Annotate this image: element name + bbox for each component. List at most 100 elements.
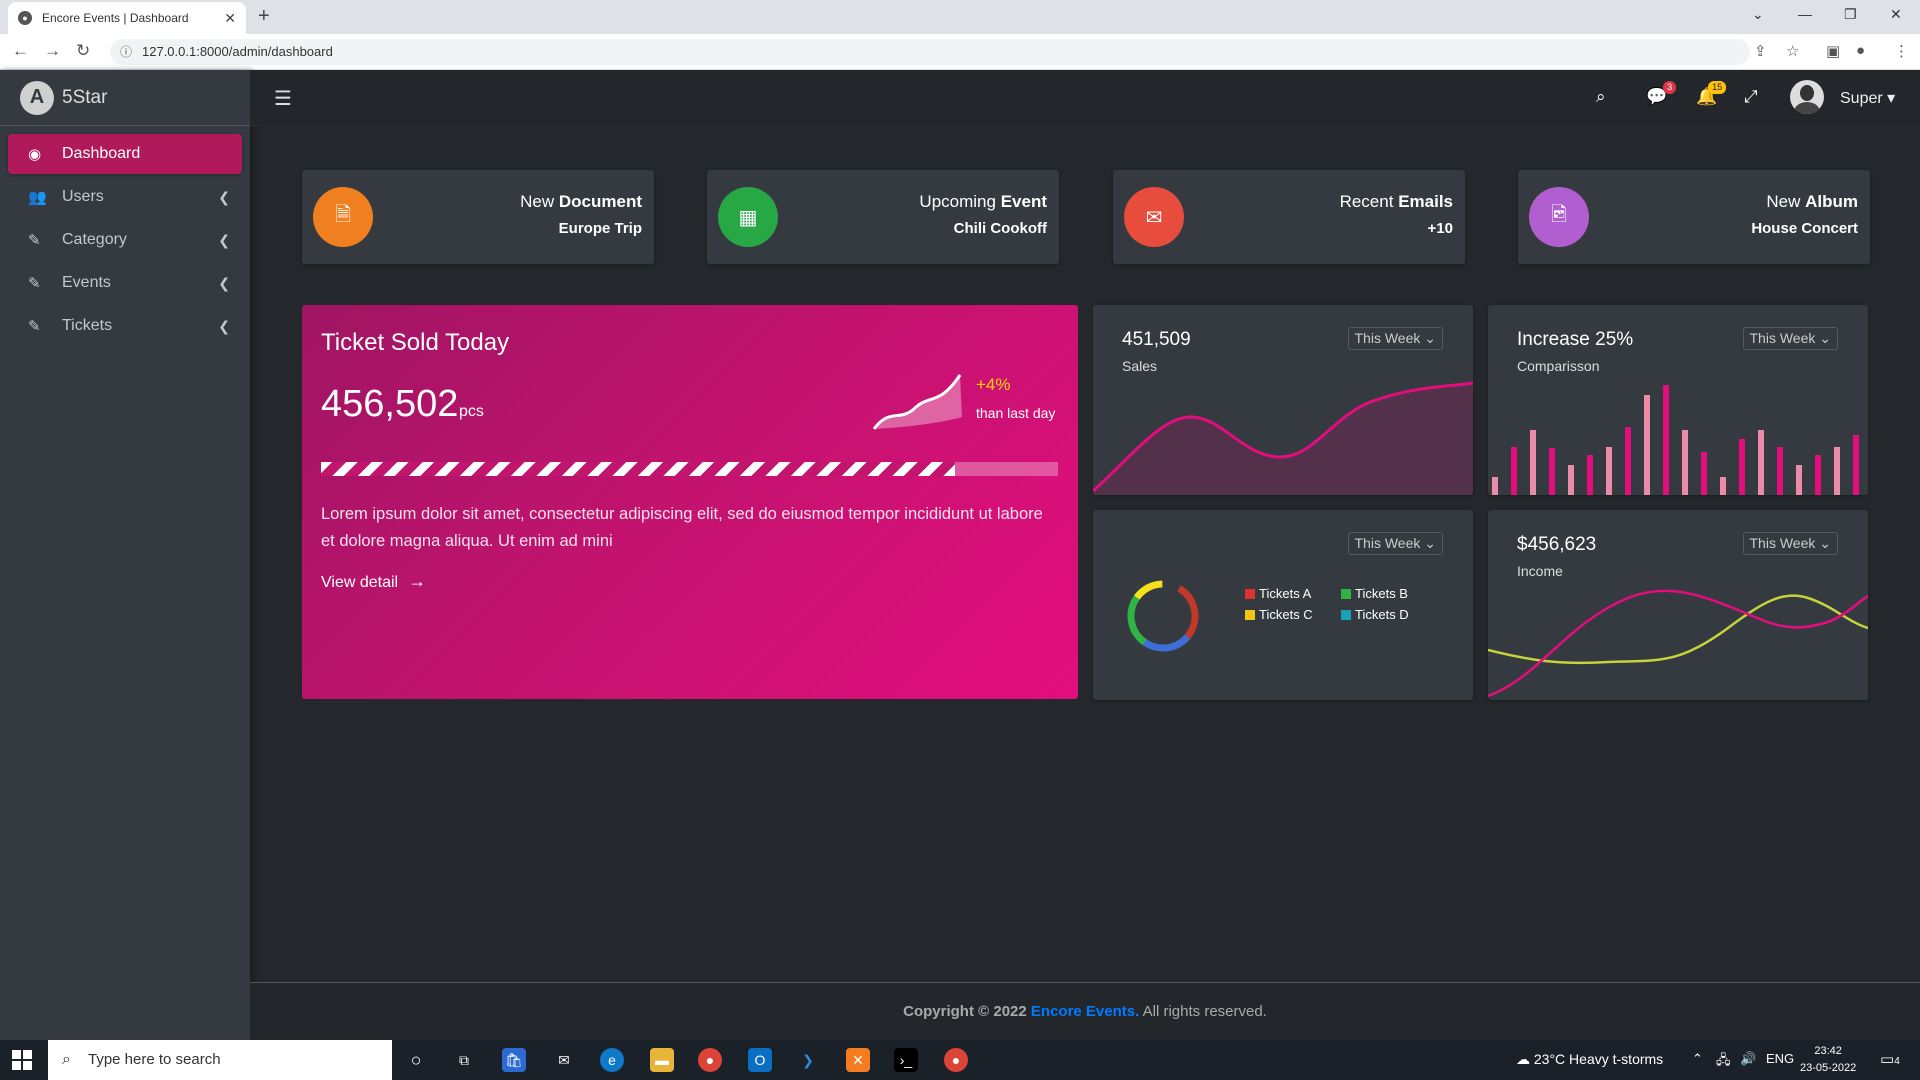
tray-chevron-up-icon[interactable]: ⌃ (1692, 1051, 1703, 1067)
edge-icon[interactable]: e (600, 1048, 624, 1072)
sidebar-item-label: Tickets (62, 317, 113, 334)
forward-icon[interactable]: → (44, 41, 61, 61)
chrome-icon[interactable]: ● (944, 1048, 968, 1072)
volume-icon[interactable]: 🔊 (1740, 1051, 1756, 1067)
address-bar[interactable]: ⓘ 127.0.0.1:8000/admin/dashboard (110, 39, 1750, 65)
period-select[interactable]: This Week ⌄ (1347, 532, 1443, 555)
profile-icon[interactable]: ● (1856, 42, 1865, 59)
ticket-count: 456,502 (321, 383, 459, 425)
favicon-icon: ● (18, 11, 32, 25)
sidebar: A 5Star ◉ Dashboard 👥 Users ❮ ✎ Category… (0, 70, 250, 1040)
share-icon[interactable]: ⇪ (1754, 42, 1767, 60)
top-navbar: ☰ ⌕ 💬 3 🔔 15 ⤢ Super ▾ (250, 70, 1920, 126)
tab-search-icon[interactable]: ⌄ (1752, 6, 1764, 23)
browser-toolbar: ← → ↻ ⓘ 127.0.0.1:8000/admin/dashboard ⇪… (0, 34, 1920, 70)
fullscreen-icon[interactable]: ⤢ (1744, 87, 1758, 107)
income-line-chart (1488, 589, 1868, 698)
chevron-left-icon: ❮ (218, 317, 230, 334)
info-box-document[interactable]: 🗎 New Document Europe Trip (302, 170, 654, 264)
view-detail-link[interactable]: View detail → (321, 571, 426, 592)
close-window-icon[interactable]: ✕ (1890, 6, 1902, 23)
browser-menu-icon[interactable]: ⋮ (1894, 42, 1909, 60)
task-view-icon[interactable]: ⧉ (452, 1048, 476, 1072)
sidebar-item-dashboard[interactable]: ◉ Dashboard (8, 134, 242, 174)
notifications-badge: 15 (1708, 81, 1727, 94)
network-icon[interactable]: 🖧 (1716, 1051, 1731, 1073)
bell-icon[interactable]: 🔔 15 (1696, 81, 1727, 107)
envelope-icon: ✉ (1124, 187, 1184, 247)
brand-logo-icon: A (20, 80, 54, 115)
trend-sparkline (872, 374, 962, 430)
info-box-sub: Europe Trip (558, 220, 642, 237)
users-icon: 👥 (28, 189, 47, 206)
file-explorer-icon[interactable]: ▬ (650, 1048, 674, 1072)
document-icon: 🗎 (313, 187, 373, 247)
outlook-icon[interactable]: O (748, 1048, 772, 1072)
vscode-icon[interactable]: ❯ (796, 1048, 820, 1072)
info-box-title: Upcoming Event (919, 192, 1047, 211)
messages-icon[interactable]: 💬 3 (1646, 81, 1677, 107)
search-icon[interactable]: ⌕ (1596, 87, 1606, 107)
legend-item: Tickets D (1341, 607, 1409, 622)
info-box-emails[interactable]: ✉ Recent Emails +10 (1113, 170, 1465, 264)
back-icon[interactable]: ← (12, 41, 29, 61)
legend-item: Tickets A (1245, 586, 1311, 601)
weather-widget[interactable]: ☁ 23°C Heavy t-storms (1516, 1051, 1663, 1068)
reload-icon[interactable]: ↻ (76, 41, 90, 61)
avatar[interactable] (1790, 80, 1824, 114)
close-tab-icon[interactable]: ✕ (224, 10, 236, 27)
calendar-icon: ▦ (718, 187, 778, 247)
new-tab-icon[interactable]: + (258, 5, 270, 28)
sidebar-item-tickets[interactable]: ✎ Tickets ❮ (8, 306, 242, 346)
minimize-icon[interactable]: — (1798, 6, 1812, 22)
info-box-album[interactable]: 🖻 New Album House Concert (1518, 170, 1870, 264)
sales-card: 451,509 Sales This Week ⌄ (1093, 305, 1473, 495)
sidebar-item-category[interactable]: ✎ Category ❮ (8, 220, 242, 260)
search-icon: ⌕ (62, 1051, 71, 1068)
cloud-icon: ☁ (1516, 1051, 1530, 1067)
mail-icon[interactable]: ✉ (552, 1048, 576, 1072)
language-indicator[interactable]: ENG (1766, 1051, 1794, 1066)
browser-tab[interactable]: ● Encore Events | Dashboard ✕ (8, 2, 246, 34)
change-percent: +4% (976, 375, 1011, 394)
info-box-sub: +10 (1427, 220, 1453, 237)
windows-taskbar: ⌕ Type here to search ○ ⧉ 🛍 ✉ e ▬ ● O ❯ … (0, 1040, 1920, 1080)
comparison-bar-chart (1492, 385, 1859, 495)
user-menu[interactable]: Super ▾ (1840, 88, 1895, 108)
legend-item: Tickets C (1245, 607, 1313, 622)
tab-title: Encore Events | Dashboard (42, 11, 189, 25)
site-info-icon[interactable]: ⓘ (120, 39, 132, 65)
messages-badge: 3 (1663, 81, 1677, 94)
brand-link[interactable]: A 5Star (0, 70, 250, 126)
windows-start-icon[interactable] (12, 1050, 32, 1070)
restore-icon[interactable]: ❐ (1844, 6, 1857, 23)
chevron-left-icon: ❮ (218, 231, 230, 248)
chevron-left-icon: ❮ (218, 188, 230, 205)
info-box-sub: Chili Cookoff (953, 220, 1047, 237)
chrome-icon[interactable]: ● (698, 1048, 722, 1072)
palette-icon: ◉ (28, 146, 42, 163)
user-name: Super (1840, 90, 1883, 107)
sidebar-item-label: Events (62, 274, 111, 291)
arrow-right-icon: → (408, 571, 427, 591)
sidebar-item-users[interactable]: 👥 Users ❮ (8, 177, 242, 217)
ticket-sold-card: Ticket Sold Today 456,502 pcs +4% than l… (302, 305, 1078, 699)
clock[interactable]: 23:42 23-05-2022 (1800, 1043, 1856, 1077)
edit-icon: ✎ (28, 318, 41, 335)
bookmark-star-icon[interactable]: ☆ (1786, 42, 1799, 60)
xampp-icon[interactable]: ✕ (846, 1048, 870, 1072)
terminal-icon[interactable]: ›_ (894, 1048, 918, 1072)
taskbar-search-input[interactable]: ⌕ Type here to search (48, 1040, 392, 1080)
tickets-card: This Week ⌄ Tickets A Tickets B Tickets … (1093, 510, 1473, 700)
sales-area-chart (1093, 381, 1473, 495)
info-box-title: New Album (1766, 192, 1858, 211)
cortana-icon[interactable]: ○ (404, 1048, 428, 1072)
info-box-event[interactable]: ▦ Upcoming Event Chili Cookoff (707, 170, 1059, 264)
sidebar-item-events[interactable]: ✎ Events ❮ (8, 263, 242, 303)
footer-brand-link[interactable]: Encore Events. (1031, 1003, 1139, 1020)
hamburger-menu-icon[interactable]: ☰ (274, 86, 292, 111)
store-icon[interactable]: 🛍 (502, 1048, 526, 1072)
notification-center-icon[interactable]: ▭4 (1880, 1050, 1900, 1068)
url-text: 127.0.0.1:8000/admin/dashboard (142, 44, 333, 59)
side-panel-icon[interactable]: ▣ (1826, 42, 1840, 60)
